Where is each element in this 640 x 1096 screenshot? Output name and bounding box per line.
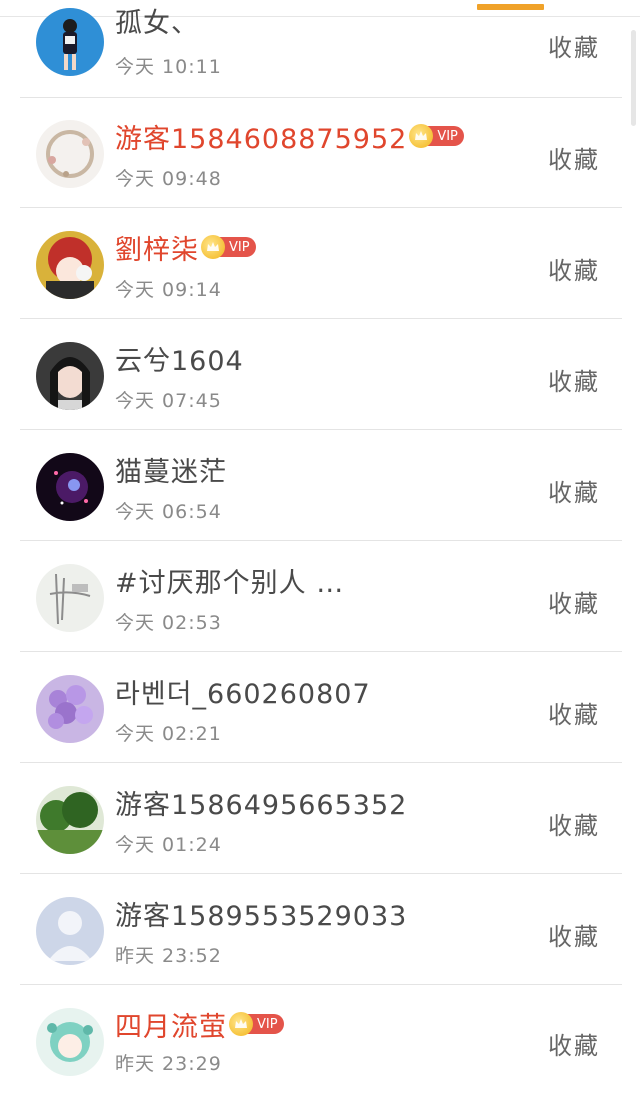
divider [20,984,622,985]
list-item[interactable]: 라벤더_660260807 今天 02:21 收藏 [0,653,640,763]
divider [20,207,622,208]
favorite-button[interactable]: 收藏 [548,140,600,175]
visit-time: 昨天 23:29 [115,1053,222,1075]
username[interactable]: 四月流萤 [115,1005,227,1044]
favorite-button[interactable]: 收藏 [548,806,600,841]
username[interactable]: 劉梓柒 [115,228,199,267]
crown-icon [229,1012,253,1036]
username[interactable]: 云兮1604 [115,339,244,378]
list-item[interactable]: 四月流萤 VIP 昨天 23:29 收藏 [0,986,640,1096]
vip-badge: VIP [201,235,256,259]
favorite-button[interactable]: 收藏 [548,362,600,397]
favorite-button[interactable]: 收藏 [548,251,600,286]
list-item[interactable]: 孤女、 今天 10:11 收藏 [0,0,640,98]
list-item[interactable]: 劉梓柒 VIP 今天 09:14 收藏 [0,209,640,319]
favorite-button[interactable]: 收藏 [548,28,600,63]
list-item[interactable]: #讨厌那个别人 … 今天 02:53 收藏 [0,542,640,652]
avatar[interactable] [36,1008,104,1076]
crown-icon [201,235,225,259]
avatar[interactable] [36,8,104,76]
avatar[interactable] [36,675,104,743]
crown-icon [409,124,434,148]
visit-time: 昨天 23:52 [115,945,222,967]
visit-time: 今天 06:54 [115,501,222,523]
favorite-button[interactable]: 收藏 [548,917,600,952]
visit-time: 今天 01:24 [115,834,222,856]
list-item[interactable]: 游客1586495665352 今天 01:24 收藏 [0,764,640,874]
favorite-button[interactable]: 收藏 [548,1026,600,1061]
visit-time: 今天 09:48 [115,168,222,190]
list-item[interactable]: 猫蔓迷茫 今天 06:54 收藏 [0,431,640,541]
username[interactable]: 라벤더_660260807 [115,672,371,711]
visit-time: 今天 10:11 [115,56,222,78]
list-item[interactable]: 游客1589553529033 昨天 23:52 收藏 [0,875,640,985]
username[interactable]: 游客1586495665352 [115,783,407,822]
divider [20,762,622,763]
vip-badge: VIP [409,124,464,148]
username[interactable]: #讨厌那个别人 … [115,561,344,600]
default-user-icon [36,897,104,965]
visit-time: 今天 07:45 [115,390,222,412]
avatar[interactable] [36,231,104,299]
avatar[interactable] [36,897,104,965]
avatar[interactable] [36,120,104,188]
divider [20,651,622,652]
visit-time: 今天 02:53 [115,612,222,634]
avatar[interactable] [36,342,104,410]
favorite-button[interactable]: 收藏 [548,584,600,619]
favorite-button[interactable]: 收藏 [548,473,600,508]
username[interactable]: 游客1584608875952 [115,117,407,156]
divider [20,873,622,874]
visit-time: 今天 02:21 [115,723,222,745]
username[interactable]: 猫蔓迷茫 [115,450,227,489]
avatar[interactable] [36,786,104,854]
username[interactable]: 孤女、 [115,1,199,40]
divider [20,429,622,430]
divider [20,318,622,319]
list-item[interactable]: 游客1584608875952 VIP 今天 09:48 收藏 [0,98,640,208]
visit-time: 今天 09:14 [115,279,222,301]
favorite-button[interactable]: 收藏 [548,695,600,730]
divider [20,540,622,541]
list-item[interactable]: 云兮1604 今天 07:45 收藏 [0,320,640,430]
avatar[interactable] [36,564,104,632]
vip-badge: VIP [229,1012,284,1036]
avatar[interactable] [36,453,104,521]
username[interactable]: 游客1589553529033 [115,894,407,933]
